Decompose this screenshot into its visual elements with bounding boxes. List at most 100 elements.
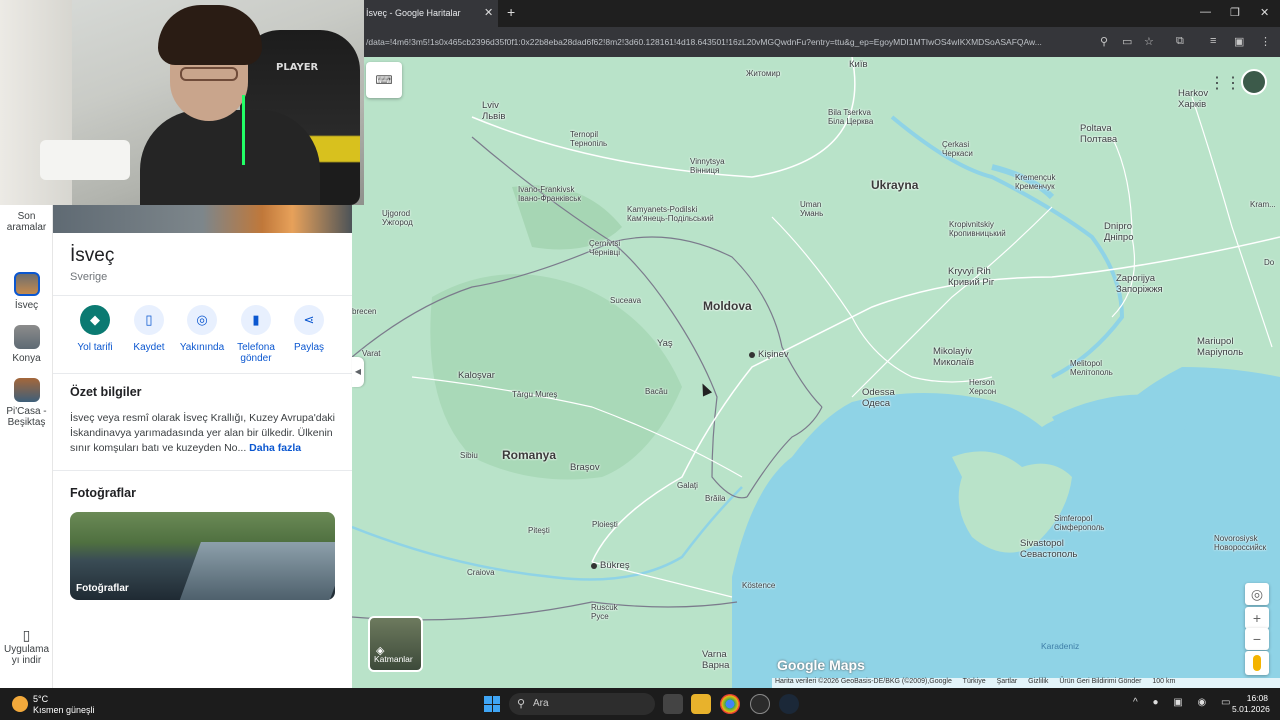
map-label-kamyanets[interactable]: Kamyanets-Podilski Кам'янець-Подільський (627, 205, 714, 223)
map-label-chernivtsi[interactable]: Çernivtsi Чернівці (589, 239, 620, 257)
terms-link[interactable]: Şartlar (997, 678, 1018, 685)
map-label-brasov[interactable]: Braşov (570, 462, 600, 473)
map-label-iasi[interactable]: Yaş (657, 338, 673, 349)
map-label-melitopol[interactable]: Melitopol Мелітополь (1070, 359, 1113, 377)
steam-icon[interactable] (779, 694, 799, 714)
place-hero-image[interactable] (53, 205, 352, 233)
map-label-galati[interactable]: Galaţi (677, 481, 698, 490)
menu-dots-icon[interactable]: ⋮ (1260, 35, 1271, 48)
layers-button[interactable]: ◈ Katmanlar (368, 616, 423, 672)
directions-button[interactable]: ◆ Yol tarifi (67, 305, 123, 353)
file-explorer-icon[interactable] (691, 694, 711, 714)
map-label-donetsk[interactable]: Do (1264, 258, 1274, 267)
map-label-varat[interactable]: Varat (362, 349, 381, 358)
map-label-ternopil[interactable]: Ternopil Тернопіль (570, 130, 607, 148)
system-tray[interactable]: ^ ● ▣ ◉ ▭ (1133, 697, 1236, 708)
feedback-link[interactable]: Ürün Geri Bildirimi Gönder (1059, 678, 1141, 685)
download-app-button[interactable]: ▯ Uygulama yı indir (0, 628, 53, 666)
attribution-country[interactable]: Türkiye (963, 678, 986, 685)
map-label-pitesti[interactable]: Piteşti (528, 526, 550, 535)
my-location-button[interactable]: ◎ (1245, 583, 1269, 605)
more-link[interactable]: Daha fazla (249, 442, 301, 454)
map-label-targumures[interactable]: Târgu Mureş (512, 390, 557, 399)
map-label-zaporizhzhia[interactable]: Zaporijya Запоріжжя (1116, 273, 1163, 295)
taskbar-clock[interactable]: 16:08 5.01.2026 (1232, 693, 1270, 715)
keyboard-shortcut-button[interactable]: ⌨ (366, 62, 402, 98)
map-label-uzhhorod[interactable]: Ujgorod Ужгород (382, 209, 413, 227)
map-canvas[interactable]: ⌨ ⋮⋮ Київ Житомир Lviv Львів Ternopil Терн… (352, 57, 1280, 688)
extensions-icon[interactable]: ⧉ (1176, 35, 1184, 48)
browser-tab[interactable]: İsveç - Google Haritalar ✕ (364, 0, 498, 27)
street-view-pegman[interactable] (1245, 651, 1269, 675)
map-label-blacksea[interactable]: Karadeniz (1041, 641, 1079, 651)
share-button[interactable]: ⋖ Paylaş (281, 305, 337, 353)
map-label-constanta[interactable]: Köstence (742, 581, 775, 590)
map-label-poltava[interactable]: Poltava Полтава (1080, 123, 1117, 145)
map-label-kharkiv[interactable]: Harkov Харків (1178, 88, 1208, 110)
google-apps-icon[interactable]: ⋮⋮ (1209, 73, 1241, 93)
map-label-sibiu[interactable]: Sibiu (460, 451, 478, 460)
media-icon[interactable]: ≡ (1210, 35, 1216, 47)
save-button[interactable]: ▯ Kaydet (121, 305, 177, 353)
close-tab-icon[interactable]: ✕ (484, 6, 493, 19)
map-label-varna[interactable]: Varna Варна (702, 649, 729, 671)
map-label-bacau[interactable]: Bacău (645, 387, 668, 396)
map-label-kropyvnytskyi[interactable]: Kropivnitskiy Кропивницький (949, 220, 1006, 238)
map-label-ivano[interactable]: Ivano-Frankivsk Івано-Франківськ (518, 185, 581, 203)
map-label-ploiesti[interactable]: Ploieşti (592, 520, 618, 529)
map-label-kremenchuk[interactable]: Kremençuk Кременчук (1015, 173, 1055, 191)
map-label-romania[interactable]: Romanya (502, 448, 556, 462)
map-label-braila[interactable]: Brăila (705, 494, 725, 503)
photos-thumbnail[interactable]: Fotoğraflar (70, 512, 335, 600)
map-label-ruse[interactable]: Ruscuk Русе (591, 603, 618, 621)
zoom-icon[interactable]: ⚲ (1100, 35, 1108, 48)
weather-widget[interactable]: 5°C Kısmen güneşli (33, 694, 95, 716)
map-label-bucharest[interactable]: Bükreş (600, 560, 630, 571)
map-label-moldova[interactable]: Moldova (703, 299, 752, 313)
map-label-mariupol[interactable]: Mariupol Маріуполь (1197, 336, 1243, 358)
taskbar-search[interactable]: ⚲ Ara (509, 693, 655, 715)
zoom-in-button[interactable]: + (1245, 607, 1269, 629)
clock-app-icon[interactable] (750, 694, 770, 714)
map-label-lviv[interactable]: Lviv Львів (482, 100, 505, 122)
send-to-phone-button[interactable]: ▮ Telefona gönder (228, 305, 284, 364)
new-tab-icon[interactable]: + (507, 4, 515, 20)
nearby-button[interactable]: ◎ Yakınında (174, 305, 230, 353)
scale-label[interactable]: 100 km (1152, 678, 1175, 685)
map-label-dnipro[interactable]: Dnipro Дніпро (1104, 221, 1134, 243)
zoom-out-button[interactable]: − (1245, 628, 1269, 650)
rail-item-konya[interactable]: Konya (0, 325, 53, 364)
close-window-icon[interactable]: ✕ (1260, 6, 1269, 19)
map-label-cherkasy[interactable]: Çerkasi Черкаси (942, 140, 973, 158)
weather-icon[interactable] (12, 696, 28, 712)
map-label-uman[interactable]: Uman Умань (800, 200, 823, 218)
minimize-icon[interactable]: — (1200, 6, 1211, 18)
cast-icon[interactable]: ▭ (1122, 35, 1132, 48)
map-label-bereci[interactable]: brecen (352, 307, 376, 316)
rail-item-picasa[interactable]: Pi'Casa - Beşiktaş (0, 378, 53, 428)
map-label-kryvyirih[interactable]: Kryvyi Rih Кривий Ріг (948, 266, 994, 288)
map-label-chisinau[interactable]: Kişinev (758, 349, 789, 360)
collapse-panel-button[interactable]: ◀ (352, 357, 364, 387)
map-label-suceava[interactable]: Suceava (610, 296, 641, 305)
task-view-icon[interactable] (663, 694, 683, 714)
map-label-sevastopol[interactable]: Sivastopol Севастополь (1020, 538, 1077, 560)
map-label-kyiv[interactable]: Київ (849, 59, 868, 70)
map-label-mykolaiv[interactable]: Mikolayiv Миколаїв (933, 346, 974, 368)
rail-item-isvec[interactable]: İsveç (0, 272, 53, 311)
map-label-novorossiysk[interactable]: Novorosiysk Новороссийск (1214, 534, 1266, 552)
user-avatar[interactable] (1241, 69, 1267, 95)
map-label-simferopol[interactable]: Simferopol Сімферополь (1054, 514, 1104, 532)
windows-start-icon[interactable] (484, 696, 500, 712)
map-label-kherson[interactable]: Herson Херсон (969, 378, 996, 396)
map-label-kramatorsk[interactable]: Kram... (1250, 200, 1276, 209)
privacy-link[interactable]: Gizlilik (1028, 678, 1048, 685)
map-label-craiova[interactable]: Craiova (467, 568, 495, 577)
map-label-ukraine[interactable]: Ukrayna (871, 178, 918, 192)
map-label-odesa[interactable]: Odessa Одеса (862, 387, 895, 409)
map-label-vinnytsia[interactable]: Vinnytsya Вінниця (690, 157, 725, 175)
map-label-zhytomyr[interactable]: Житомир (746, 69, 780, 78)
chrome-icon[interactable] (720, 694, 740, 714)
recent-searches-label[interactable]: Son aramalar (0, 211, 53, 233)
url-field[interactable]: /data=!4m6!3m5!1s0x465cb2396d35f0f1:0x22… (366, 37, 1096, 47)
